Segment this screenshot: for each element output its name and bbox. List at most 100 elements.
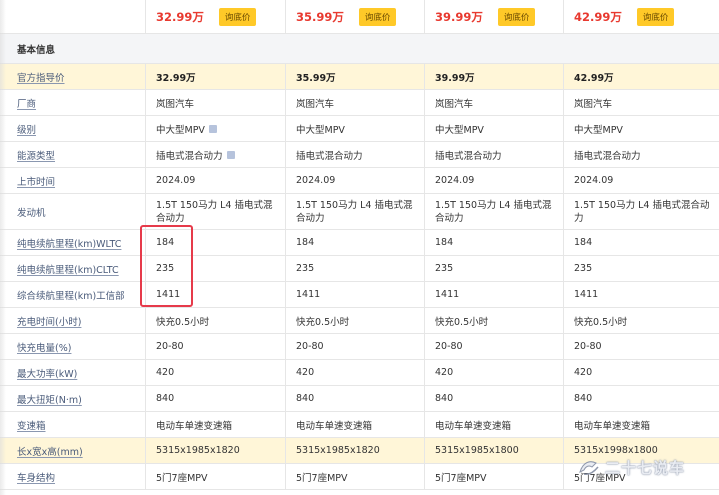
table-row: 综合续航里程(km)工信部 1411 1411 1411 1411	[0, 282, 719, 308]
table-row: 纯电续航里程(km)WLTC 184 184 184 184	[0, 230, 719, 256]
row-value: 32.99万	[146, 64, 286, 89]
row-value: 1411	[574, 289, 599, 300]
row-value: 插电式混合动力	[574, 150, 641, 162]
row-value: 1.5T 150马力 L4 插电式混合动力	[574, 199, 710, 224]
row-value: 1.5T 150马力 L4 插电式混合动力	[286, 194, 425, 229]
row-label[interactable]: 能源类型	[0, 142, 146, 167]
price-row: 32.99万 询底价 35.99万 询底价 39.99万 询底价 42.99万 …	[0, 0, 719, 34]
row-value: 42.99万	[574, 72, 614, 84]
spec-table: 32.99万 询底价 35.99万 询底价 39.99万 询底价 42.99万 …	[0, 0, 719, 490]
row-label[interactable]: 充电时间(小时)	[0, 308, 146, 333]
row-label[interactable]: 官方指导价	[0, 64, 146, 89]
row-label[interactable]: 变速箱	[0, 412, 146, 437]
row-label[interactable]: 级别	[0, 116, 146, 141]
row-value: 420	[146, 360, 286, 385]
row-value: 岚图汽车	[574, 98, 613, 110]
row-label[interactable]: 车身结构	[0, 464, 146, 489]
row-value: 235	[574, 263, 593, 274]
info-icon[interactable]	[208, 124, 217, 133]
table-row: 纯电续航里程(km)CLTC 235 235 235 235	[0, 256, 719, 282]
row-value: 插电式混合动力	[425, 142, 564, 167]
row-value: 35.99万	[286, 64, 425, 89]
row-label[interactable]: 快充电量(%)	[0, 334, 146, 359]
row-value: 中大型MPV	[425, 116, 564, 141]
row-value: 1.5T 150马力 L4 插电式混合动力	[425, 194, 564, 229]
row-label[interactable]: 厂商	[0, 90, 146, 115]
row-label[interactable]: 最大功率(kW)	[0, 360, 146, 385]
row-value: 420	[425, 360, 564, 385]
row-value: 中大型MPV	[156, 124, 205, 136]
row-value: 中大型MPV	[286, 116, 425, 141]
row-label[interactable]: 上市时间	[0, 168, 146, 193]
row-label: 发动机	[0, 194, 146, 229]
row-value: 20-80	[574, 341, 602, 352]
row-value: 5315x1985x1820	[286, 438, 425, 463]
ask-price-button[interactable]: 询底价	[218, 7, 257, 26]
row-value: 快充0.5小时	[425, 308, 564, 333]
row-value: 235	[425, 256, 564, 281]
row-value: 岚图汽车	[146, 90, 286, 115]
row-value: 快充0.5小时	[286, 308, 425, 333]
row-value: 1411	[425, 282, 564, 307]
price-value: 39.99万	[435, 9, 483, 24]
car-spec-comparison-page: 32.99万 询底价 35.99万 询底价 39.99万 询底价 42.99万 …	[0, 0, 719, 495]
row-value: 235	[286, 256, 425, 281]
row-value: 184	[574, 237, 593, 248]
row-value: 1411	[286, 282, 425, 307]
row-value: 5门7座MPV	[286, 464, 425, 489]
row-value: 840	[146, 386, 286, 411]
row-value: 电动车单速变速箱	[574, 420, 651, 432]
row-value: 5315x1985x1820	[146, 438, 286, 463]
row-value: 岚图汽车	[286, 90, 425, 115]
row-label[interactable]: 长x宽x高(mm)	[0, 438, 146, 463]
price-cell-4: 42.99万 询底价	[564, 0, 719, 33]
row-value-cell: 插电式混合动力	[146, 142, 286, 167]
row-value: 岚图汽车	[425, 90, 564, 115]
price-cell-2: 35.99万 询底价	[286, 0, 425, 33]
row-value: 20-80	[146, 334, 286, 359]
info-icon[interactable]	[226, 150, 235, 159]
price-value: 35.99万	[296, 9, 344, 24]
row-value: 184	[425, 230, 564, 255]
row-value: 电动车单速变速箱	[425, 412, 564, 437]
row-value: 电动车单速变速箱	[146, 412, 286, 437]
row-value: 420	[574, 367, 593, 378]
table-row: 快充电量(%) 20-80 20-80 20-80 20-80	[0, 334, 719, 360]
row-value: 快充0.5小时	[146, 308, 286, 333]
price-row-label-cell	[0, 0, 146, 33]
row-value: 1.5T 150马力 L4 插电式混合动力	[146, 194, 286, 229]
row-value: 2024.09	[425, 168, 564, 193]
row-value: 420	[286, 360, 425, 385]
row-value: 5门7座MPV	[146, 464, 286, 489]
table-row: 发动机 1.5T 150马力 L4 插电式混合动力 1.5T 150马力 L4 …	[0, 194, 719, 230]
row-label[interactable]: 纯电续航里程(km)CLTC	[0, 256, 146, 281]
table-row: 官方指导价 32.99万 35.99万 39.99万 42.99万	[0, 64, 719, 90]
watermark-text: 二十七说车	[605, 459, 686, 477]
left-edge-shadow	[0, 0, 6, 495]
row-value: 插电式混合动力	[156, 150, 223, 162]
row-value: 2024.09	[574, 175, 614, 186]
table-row: 级别 中大型MPV 中大型MPV 中大型MPV 中大型MPV	[0, 116, 719, 142]
row-value: 插电式混合动力	[286, 142, 425, 167]
row-value: 840	[574, 393, 593, 404]
table-row: 上市时间 2024.09 2024.09 2024.09 2024.09	[0, 168, 719, 194]
row-value: 20-80	[286, 334, 425, 359]
price-cell-1: 32.99万 询底价	[146, 0, 286, 33]
row-value: 39.99万	[425, 64, 564, 89]
ask-price-button[interactable]: 询底价	[636, 7, 675, 26]
ask-price-button[interactable]: 询底价	[497, 7, 536, 26]
row-value-cell: 中大型MPV	[146, 116, 286, 141]
row-label[interactable]: 纯电续航里程(km)WLTC	[0, 230, 146, 255]
section-header-basic-info: 基本信息	[0, 34, 719, 64]
watermark-logo-icon	[579, 461, 599, 475]
table-row: 厂商 岚图汽车 岚图汽车 岚图汽车 岚图汽车	[0, 90, 719, 116]
row-value: 5门7座MPV	[425, 464, 564, 489]
ask-price-button[interactable]: 询底价	[358, 7, 397, 26]
row-value: 2024.09	[286, 168, 425, 193]
table-row: 最大功率(kW) 420 420 420 420	[0, 360, 719, 386]
annotation-highlight-box	[140, 225, 193, 307]
row-value: 电动车单速变速箱	[286, 412, 425, 437]
row-label[interactable]: 最大扭矩(N·m)	[0, 386, 146, 411]
row-value: 5315x1985x1800	[425, 438, 564, 463]
price-value: 42.99万	[574, 9, 622, 24]
